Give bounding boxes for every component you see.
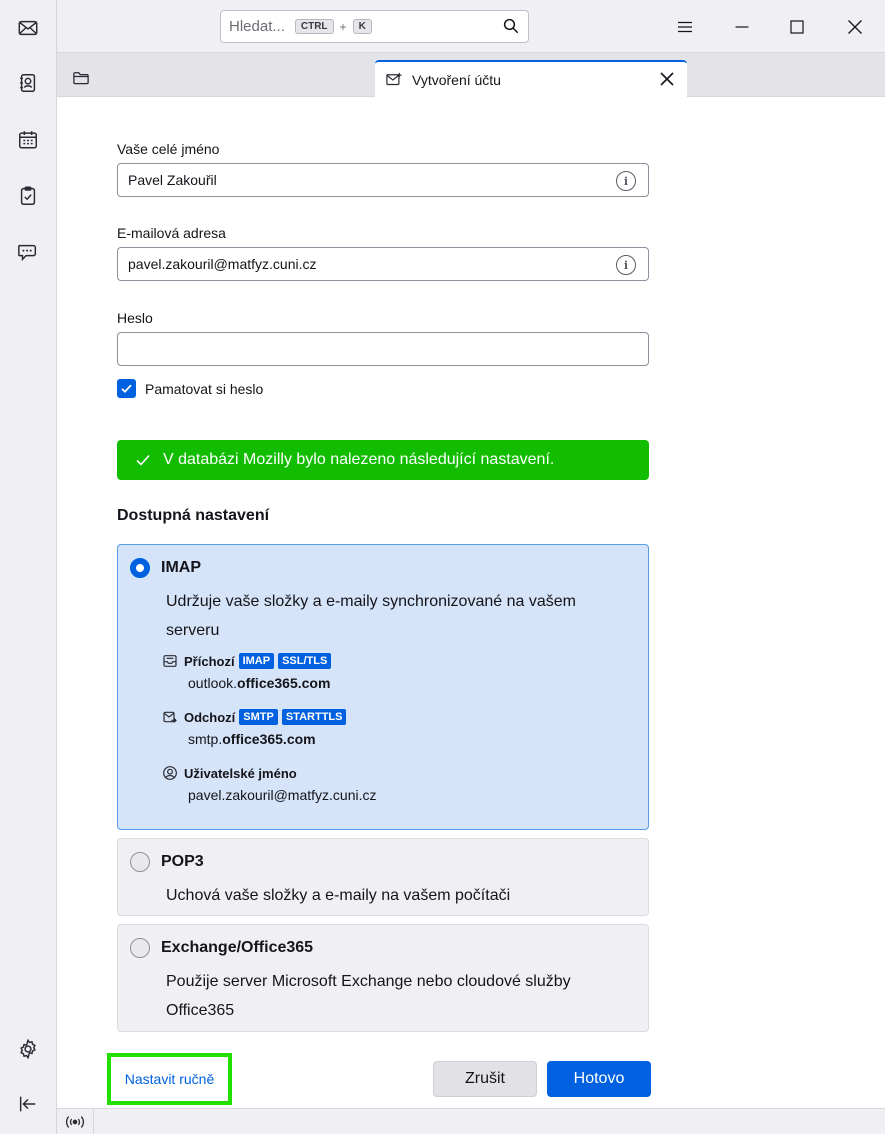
incoming-server: Příchozí IMAP SSL/TLS outlook.office365.… — [162, 653, 602, 691]
available-settings-title: Dostupná nastavení — [117, 507, 270, 524]
password-label: Heslo — [117, 310, 153, 326]
minimize-icon — [735, 26, 749, 28]
manual-config-link[interactable]: Nastavit ručně — [107, 1053, 232, 1105]
collapse-toolbar-button[interactable] — [10, 1086, 46, 1122]
shortcut-plus: + — [339, 19, 347, 34]
remember-password-label: Pamatovat si heslo — [145, 380, 264, 397]
info-icon[interactable]: i — [616, 171, 636, 191]
outbox-icon — [163, 711, 177, 723]
online-status-icon[interactable] — [65, 1113, 85, 1131]
address-book-space-button[interactable] — [10, 65, 46, 101]
pop3-description: Uchová vaše složky a e-maily na vašem po… — [166, 887, 511, 904]
name-label: Vaše celé jméno — [117, 141, 220, 157]
name-value: Pavel Zakouřil — [128, 172, 217, 188]
close-icon — [848, 20, 862, 34]
password-field[interactable] — [117, 332, 649, 366]
imap-name: IMAP — [161, 559, 201, 576]
option-exchange[interactable]: Exchange/Office365 Použije server Micros… — [117, 924, 649, 1032]
tab-account-setup[interactable]: Vytvoření účtu — [375, 60, 687, 98]
chat-icon — [18, 244, 37, 262]
outgoing-security-badge: STARTTLS — [281, 709, 347, 725]
collapse-icon — [19, 1096, 36, 1112]
outgoing-label: Odchozí — [184, 709, 236, 725]
title-bar: Hledat... CTRL + K — [57, 0, 885, 52]
info-icon[interactable]: i — [616, 255, 636, 275]
check-icon — [121, 384, 132, 394]
settings-button[interactable] — [10, 1031, 46, 1067]
incoming-security-badge: SSL/TLS — [278, 653, 332, 669]
tasks-space-button[interactable] — [10, 178, 46, 214]
imap-description: Udržuje vaše složky a e-maily synchroniz… — [166, 593, 576, 639]
tab-title: Vytvoření účtu — [412, 72, 501, 88]
mail-space-button[interactable] — [10, 10, 46, 46]
user-icon — [163, 766, 177, 780]
mail-icon — [18, 20, 38, 36]
imap-radio[interactable] — [130, 558, 150, 578]
email-value: pavel.zakouril@matfyz.cuni.cz — [128, 256, 317, 272]
cancel-button[interactable]: Zrušit — [433, 1061, 537, 1097]
inbox-icon — [163, 655, 177, 667]
calendar-icon — [19, 131, 37, 149]
spaces-toolbar — [0, 0, 57, 1134]
name-field[interactable]: Pavel Zakouřil i — [117, 163, 649, 197]
settings-icon — [20, 1038, 36, 1060]
menu-icon — [678, 21, 692, 33]
shortcut-k-key: K — [352, 19, 372, 34]
tab-bar: Vytvoření účtu — [57, 52, 885, 98]
option-imap[interactable]: IMAP Udržuje vaše složky a e-maily synch… — [117, 544, 649, 830]
close-window-button[interactable] — [840, 12, 870, 42]
global-search-input[interactable]: Hledat... CTRL + K — [220, 10, 529, 43]
minimize-button[interactable] — [727, 12, 757, 42]
done-button[interactable]: Hotovo — [547, 1061, 651, 1097]
pop3-radio[interactable] — [130, 852, 150, 872]
address-book-icon — [20, 74, 36, 92]
maximize-button[interactable] — [782, 12, 812, 42]
incoming-label: Příchozí — [184, 653, 235, 669]
status-bar — [57, 1108, 885, 1134]
search-icon[interactable] — [502, 17, 520, 35]
folder-icon[interactable] — [71, 69, 91, 87]
search-placeholder: Hledat... — [229, 18, 285, 35]
new-account-icon — [386, 72, 402, 86]
exchange-radio[interactable] — [130, 938, 150, 958]
config-found-notice: V databázi Mozilly bylo nalezeno následu… — [117, 440, 649, 480]
username-label: Uživatelské jméno — [184, 765, 297, 781]
notice-text: V databázi Mozilly bylo nalezeno následu… — [163, 451, 555, 468]
outgoing-server: Odchozí SMTP STARTTLS smtp.office365.com — [162, 709, 602, 747]
shortcut-ctrl-key: CTRL — [294, 19, 334, 34]
username-info: Uživatelské jméno pavel.zakouril@matfyz.… — [162, 765, 602, 803]
remember-password-checkbox[interactable] — [117, 379, 136, 398]
tasks-icon — [20, 186, 36, 205]
pop3-name: POP3 — [161, 853, 204, 870]
option-pop3[interactable]: POP3 Uchová vaše složky a e-maily na vaš… — [117, 838, 649, 916]
maximize-icon — [790, 20, 804, 34]
exchange-description: Použije server Microsoft Exchange nebo c… — [166, 973, 571, 1019]
check-icon — [136, 454, 150, 466]
outgoing-protocol-badge: SMTP — [239, 709, 278, 725]
close-tab-icon[interactable] — [659, 71, 675, 87]
incoming-protocol-badge: IMAP — [238, 653, 275, 669]
account-setup-panel: Vaše celé jméno Pavel Zakouřil i E-mailo… — [57, 97, 885, 1108]
chat-space-button[interactable] — [10, 234, 46, 270]
calendar-space-button[interactable] — [10, 122, 46, 158]
remember-password-row[interactable]: Pamatovat si heslo — [117, 379, 263, 398]
incoming-host: outlook.office365.com — [188, 675, 331, 691]
email-label: E-mailová adresa — [117, 225, 226, 241]
scrollbar[interactable] — [881, 97, 885, 1107]
app-menu-button[interactable] — [670, 12, 700, 42]
username-value: pavel.zakouril@matfyz.cuni.cz — [188, 787, 377, 803]
email-field[interactable]: pavel.zakouril@matfyz.cuni.cz i — [117, 247, 649, 281]
status-divider — [93, 1109, 94, 1134]
exchange-name: Exchange/Office365 — [161, 939, 314, 956]
outgoing-host: smtp.office365.com — [188, 731, 316, 747]
